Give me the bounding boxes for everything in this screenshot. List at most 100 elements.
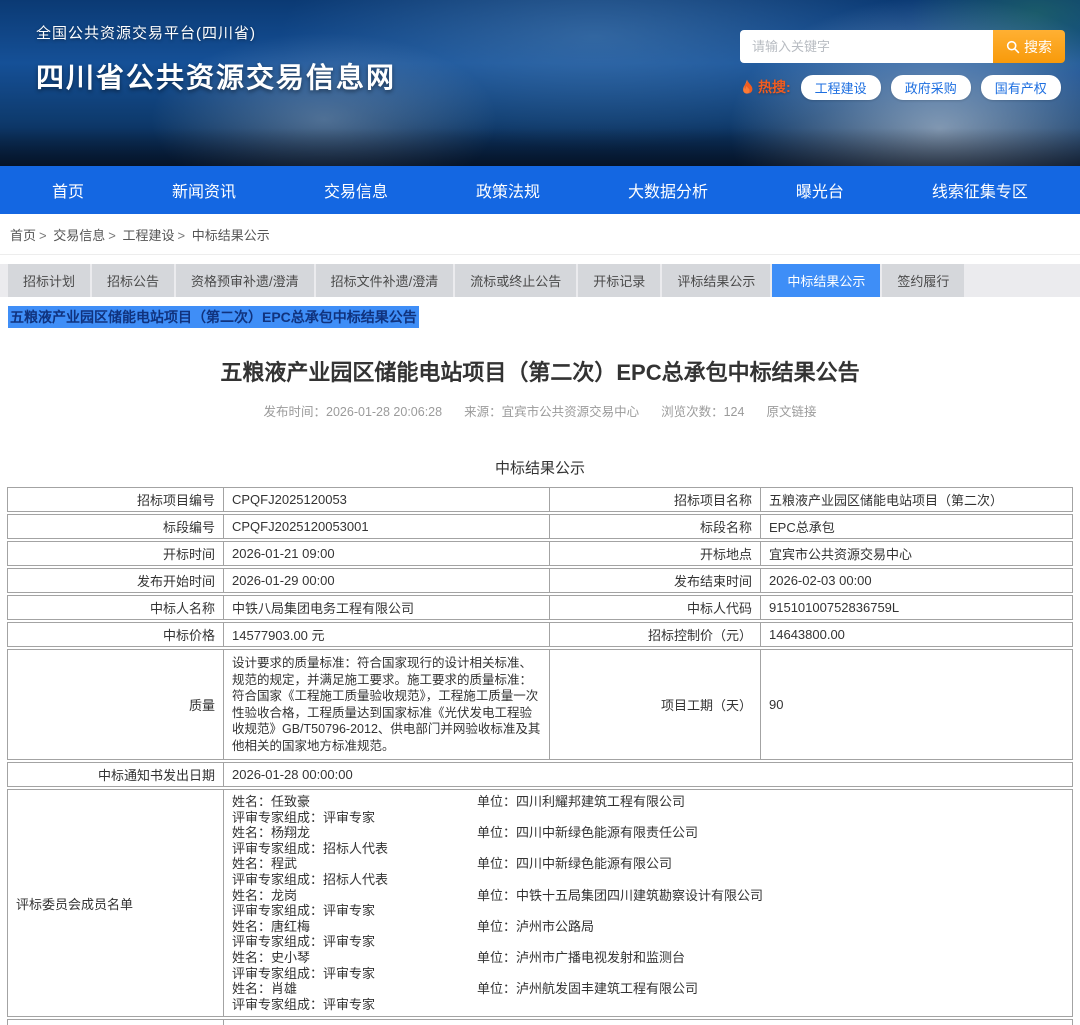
row-value: 2026-01-21 09:00 — [224, 542, 550, 565]
expert-entry: 姓名：杨翔龙 单位：四川中新绿色能源有限责任公司 评审专家组成：招标人代表 — [232, 825, 1064, 856]
expert-unit: 单位：四川利耀邦建筑工程有限公司 — [477, 794, 1064, 810]
table-row-other-notes: 其他说明 — [7, 1019, 1073, 1025]
row-value: CPQFJ2025120053 — [224, 488, 550, 511]
expert-unit: 单位：四川中新绿色能源有限责任公司 — [477, 825, 1064, 841]
row-label: 开标地点 — [550, 542, 761, 565]
breadcrumb-separator: > — [177, 228, 185, 243]
row-label: 中标通知书发出日期 — [8, 763, 224, 786]
row-label: 其他说明 — [8, 1020, 224, 1025]
breadcrumb-trade-info[interactable]: 交易信息 — [53, 228, 105, 243]
breadcrumb-separator: > — [108, 228, 116, 243]
hot-tag-state-assets[interactable]: 国有产权 — [981, 75, 1061, 100]
search-bar: 搜索 — [740, 30, 1065, 63]
tab-failed-or-terminated[interactable]: 流标或终止公告 — [455, 264, 576, 297]
table-row-quality: 质量 设计要求的质量标准：符合国家现行的设计相关标准、规范的规定，并满足施工要求… — [7, 649, 1073, 760]
tab-prequalification-clarification[interactable]: 资格预审补遗/澄清 — [176, 264, 314, 297]
announcement-link-highlighted[interactable]: 五粮液产业园区储能电站项目（第二次）EPC总承包中标结果公告 — [8, 306, 419, 328]
table-row-committee: 评标委员会成员名单 姓名：任致豪 单位：四川利耀邦建筑工程有限公司 评审专家组成… — [7, 789, 1073, 1017]
nav-item-home[interactable]: 首页 — [52, 178, 84, 202]
tab-winning-result[interactable]: 中标结果公示 — [772, 264, 880, 297]
row-value: CPQFJ2025120053001 — [224, 515, 550, 538]
expert-name: 姓名：任致豪 — [232, 794, 477, 810]
search-button-label: 搜索 — [1024, 37, 1052, 57]
row-label: 发布开始时间 — [8, 569, 224, 592]
table-row-project-number: 招标项目编号 CPQFJ2025120053 招标项目名称 五粮液产业园区储能电… — [7, 487, 1073, 512]
expert-entry: 姓名：肖雄 单位：泸州航发固丰建筑工程有限公司 评审专家组成：评审专家 — [232, 981, 1064, 1012]
row-label: 中标价格 — [8, 623, 224, 646]
row-value: 2026-01-29 00:00 — [224, 569, 550, 592]
page-title: 五粮液产业园区储能电站项目（第二次）EPC总承包中标结果公告 — [0, 355, 1080, 387]
table-row-notice-date: 中标通知书发出日期 2026-01-28 00:00:00 — [7, 762, 1073, 787]
row-label: 中标人名称 — [8, 596, 224, 619]
tab-opening-record[interactable]: 开标记录 — [578, 264, 660, 297]
row-label: 标段名称 — [550, 515, 761, 538]
tab-bid-plan[interactable]: 招标计划 — [8, 264, 90, 297]
tab-document-clarification[interactable]: 招标文件补遗/澄清 — [316, 264, 454, 297]
expert-name: 姓名：龙岗 — [232, 888, 477, 904]
row-label: 项目工期（天） — [550, 650, 761, 759]
expert-name: 姓名：肖雄 — [232, 981, 477, 997]
row-value: 14643800.00 — [761, 623, 1072, 646]
expert-group: 评审专家组成：评审专家 — [232, 810, 1064, 826]
expert-name: 姓名：程武 — [232, 856, 477, 872]
nav-item-news[interactable]: 新闻资讯 — [172, 178, 236, 202]
expert-group: 评审专家组成：评审专家 — [232, 903, 1064, 919]
row-label: 发布结束时间 — [550, 569, 761, 592]
row-value: 宜宾市公共资源交易中心 — [761, 542, 1072, 565]
expert-unit: 单位：泸州市公路局 — [477, 919, 1064, 935]
hot-search-row: 热搜: 工程建设 政府采购 国有产权 — [740, 75, 1065, 99]
row-value: 2026-01-28 00:00:00 — [224, 763, 1072, 786]
tab-contract-performance[interactable]: 签约履行 — [882, 264, 964, 297]
source: 来源：宜宾市公共资源交易中心 — [464, 401, 639, 420]
breadcrumb-home[interactable]: 首页 — [10, 228, 36, 243]
quality-standard-text: 设计要求的质量标准：符合国家现行的设计相关标准、规范的规定，并满足施工要求。施工… — [224, 650, 550, 759]
platform-label: 全国公共资源交易平台(四川省) — [36, 22, 396, 43]
nav-item-policy[interactable]: 政策法规 — [476, 178, 540, 202]
row-label: 评标委员会成员名单 — [8, 790, 224, 1016]
expert-group: 评审专家组成：评审专家 — [232, 997, 1064, 1013]
expert-group: 评审专家组成：招标人代表 — [232, 872, 1064, 888]
row-value: 五粮液产业园区储能电站项目（第二次） — [761, 488, 1072, 511]
row-value — [224, 1020, 1072, 1025]
nav-item-trade-info[interactable]: 交易信息 — [324, 178, 388, 202]
breadcrumb-separator: > — [39, 228, 47, 243]
search-button[interactable]: 搜索 — [993, 30, 1065, 63]
row-value: EPC总承包 — [761, 515, 1072, 538]
header-banner: 全国公共资源交易平台(四川省) 四川省公共资源交易信息网 搜索 热搜: 工程建设… — [0, 0, 1080, 166]
breadcrumb: 首页> 交易信息> 工程建设> 中标结果公示 — [0, 214, 1080, 255]
row-label: 招标项目名称 — [550, 488, 761, 511]
expert-unit: 单位：四川中新绿色能源有限公司 — [477, 856, 1064, 872]
table-row-winner: 中标人名称 中铁八局集团电务工程有限公司 中标人代码 9151010075283… — [7, 595, 1073, 620]
expert-entry: 姓名：任致豪 单位：四川利耀邦建筑工程有限公司 评审专家组成：评审专家 — [232, 794, 1064, 825]
expert-unit: 单位：泸州航发固丰建筑工程有限公司 — [477, 981, 1064, 997]
section-title: 中标结果公示 — [0, 457, 1080, 478]
expert-entry: 姓名：唐红梅 单位：泸州市公路局 评审专家组成：评审专家 — [232, 919, 1064, 950]
table-row-opening-time: 开标时间 2026-01-21 09:00 开标地点 宜宾市公共资源交易中心 — [7, 541, 1073, 566]
tab-bar: 招标计划 招标公告 资格预审补遗/澄清 招标文件补遗/澄清 流标或终止公告 开标… — [0, 264, 1080, 297]
tab-evaluation-result[interactable]: 评标结果公示 — [662, 264, 770, 297]
tab-bid-announcement[interactable]: 招标公告 — [92, 264, 174, 297]
hot-search-label: 热搜: — [740, 77, 791, 97]
main-nav: 首页 新闻资讯 交易信息 政策法规 大数据分析 曝光台 线索征集专区 — [0, 166, 1080, 214]
table-row-section-number: 标段编号 CPQFJ2025120053001 标段名称 EPC总承包 — [7, 514, 1073, 539]
hot-tag-engineering[interactable]: 工程建设 — [801, 75, 881, 100]
committee-expert-list: 姓名：任致豪 单位：四川利耀邦建筑工程有限公司 评审专家组成：评审专家 姓名：杨… — [224, 790, 1072, 1016]
row-value: 14577903.00 元 — [224, 623, 550, 646]
original-link[interactable]: 原文链接 — [766, 401, 816, 420]
breadcrumb-engineering[interactable]: 工程建设 — [122, 228, 174, 243]
row-label: 招标项目编号 — [8, 488, 224, 511]
nav-item-clue-collection[interactable]: 线索征集专区 — [932, 178, 1028, 202]
hot-tag-procurement[interactable]: 政府采购 — [891, 75, 971, 100]
result-table: 招标项目编号 CPQFJ2025120053 招标项目名称 五粮液产业园区储能电… — [7, 487, 1073, 1025]
expert-name: 姓名：唐红梅 — [232, 919, 477, 935]
nav-item-exposure[interactable]: 曝光台 — [796, 178, 844, 202]
row-label: 开标时间 — [8, 542, 224, 565]
search-input[interactable] — [740, 30, 993, 63]
row-value: 中铁八局集团电务工程有限公司 — [224, 596, 550, 619]
row-label: 质量 — [8, 650, 224, 759]
expert-entry: 姓名：史小琴 单位：泸州市广播电视发射和监测台 评审专家组成：评审专家 — [232, 950, 1064, 981]
row-value: 90 — [761, 650, 1072, 759]
expert-unit: 单位：泸州市广播电视发射和监测台 — [477, 950, 1064, 966]
nav-item-big-data[interactable]: 大数据分析 — [628, 178, 708, 202]
expert-group: 评审专家组成：评审专家 — [232, 934, 1064, 950]
